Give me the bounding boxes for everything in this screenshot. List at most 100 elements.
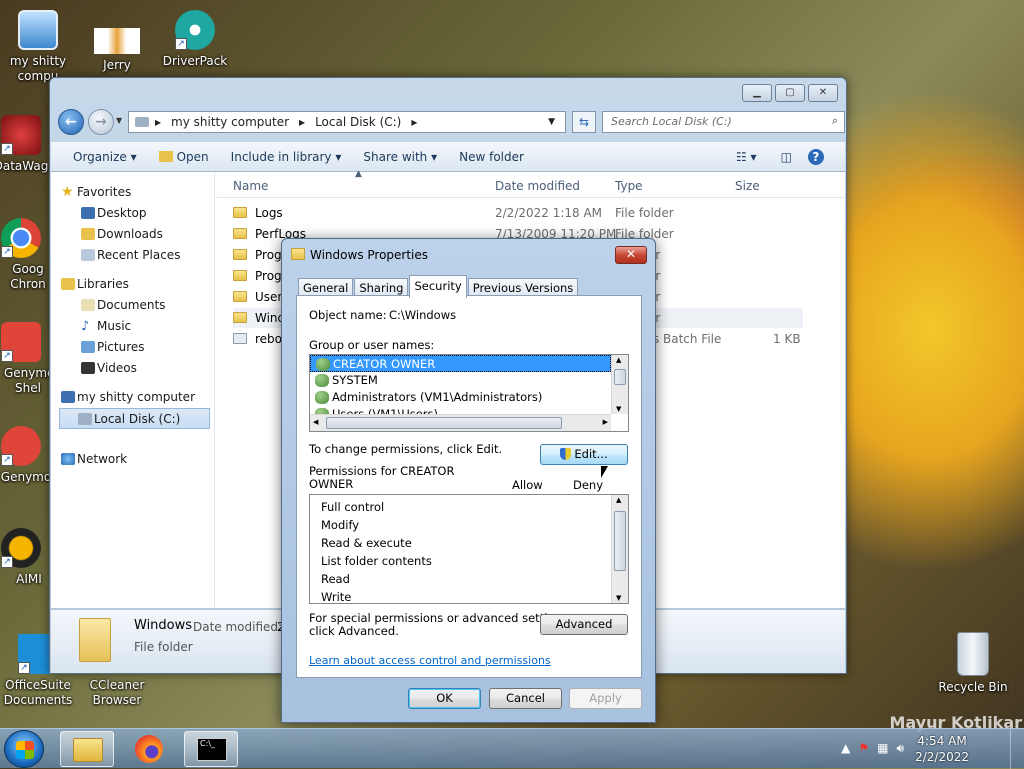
learn-more-link[interactable]: Learn about access control and permissio… (309, 654, 551, 667)
share-with-button[interactable]: Share with ▾ (363, 150, 437, 164)
include-in-library-button[interactable]: Include in library ▾ (231, 150, 342, 164)
nav-computer[interactable]: my shitty computer (51, 387, 214, 408)
nav-pictures[interactable]: Pictures (51, 337, 214, 358)
desktop-icon-genymotion[interactable]: ↗ Genymo (0, 426, 56, 485)
open-button[interactable]: Open (158, 150, 209, 164)
nav-desktop[interactable]: Desktop (51, 203, 214, 224)
network-status-icon[interactable]: ▦ (877, 741, 888, 756)
edit-button[interactable]: Edit... (540, 444, 628, 465)
start-button[interactable] (4, 730, 44, 768)
breadcrumb-separator: ▸ (155, 115, 162, 129)
nav-documents[interactable]: Documents (51, 295, 214, 316)
nav-label: Network (77, 452, 128, 466)
scroll-down-arrow[interactable]: ▼ (616, 405, 621, 413)
search-input[interactable]: Search Local Disk (C:) ⌕ (602, 111, 845, 133)
taskbar-firefox[interactable] (122, 731, 176, 767)
recycle-bin-icon (957, 632, 989, 676)
nav-recent-places[interactable]: Recent Places (51, 245, 214, 266)
desktop-icon-aimp[interactable]: ↗ AIMI (0, 528, 56, 587)
advanced-button[interactable]: Advanced (540, 614, 628, 635)
permissions-list[interactable]: Full control Modify Read & execute List … (309, 494, 629, 604)
horizontal-scrollbar[interactable]: ◀ ▶ (310, 414, 611, 431)
address-bar[interactable]: ▸ my shitty computer ▸ Local Disk (C:) ▸… (128, 111, 566, 133)
desktop-icon-chrome[interactable]: ↗ Goog Chron (0, 218, 56, 292)
scroll-thumb[interactable] (326, 417, 562, 429)
scroll-thumb[interactable] (614, 511, 626, 571)
nav-label: Music (97, 319, 132, 333)
nav-favorites[interactable]: ★ Favorites (51, 182, 214, 203)
search-placeholder: Search Local Disk (C:) (611, 115, 732, 128)
computer-icon (18, 10, 58, 50)
taskbar-explorer[interactable] (60, 731, 114, 767)
scroll-right-arrow[interactable]: ▶ (603, 418, 608, 426)
close-button[interactable]: ✕ (808, 84, 838, 102)
tab-security[interactable]: Security (409, 275, 467, 298)
forward-button[interactable]: → (88, 109, 114, 135)
taskbar-cmd[interactable]: C:\_ (184, 731, 238, 767)
view-options-icon[interactable]: ☷ ▾ (736, 150, 757, 164)
show-desktop-button[interactable] (1010, 729, 1024, 769)
nav-downloads[interactable]: Downloads (51, 224, 214, 245)
image-icon (94, 28, 140, 54)
scroll-down-arrow[interactable]: ▼ (616, 594, 621, 602)
change-permissions-text: To change permissions, click Edit. (309, 442, 503, 456)
organize-button[interactable]: Organize ▾ (73, 150, 137, 164)
apply-button[interactable]: Apply (569, 688, 642, 709)
breadcrumb-computer[interactable]: my shitty computer (171, 115, 289, 129)
list-item-user[interactable]: CREATOR OWNER (310, 355, 611, 372)
scroll-up-arrow[interactable]: ▲ (616, 496, 621, 504)
folder-icon (233, 207, 247, 218)
scroll-thumb[interactable] (614, 369, 626, 385)
column-name[interactable]: Name (233, 179, 268, 193)
desktop-icon-computer[interactable]: my shitty compu (3, 10, 73, 84)
minimize-button[interactable]: ▁ (742, 84, 772, 102)
desktop-icon-jerry[interactable]: Jerry (82, 28, 152, 73)
breadcrumb-local-disk[interactable]: Local Disk (C:) (315, 115, 401, 129)
new-folder-button[interactable]: New folder (459, 150, 524, 164)
desktop-icon-recycle-bin[interactable]: Recycle Bin (938, 632, 1008, 695)
scroll-up-arrow[interactable]: ▲ (616, 356, 621, 364)
clock[interactable]: 4:54 AM 2/2/2022 (915, 733, 969, 765)
shortcut-arrow-icon: ↗ (1, 350, 13, 362)
recent-pages-dropdown[interactable]: ▼ (116, 116, 122, 125)
permission-row: Full control (310, 499, 628, 517)
list-item-user[interactable]: SYSTEM (310, 372, 628, 389)
column-type[interactable]: Type (615, 179, 643, 193)
column-size[interactable]: Size (735, 179, 760, 193)
close-button[interactable]: ✕ (615, 246, 647, 264)
help-icon[interactable]: ? (807, 148, 824, 165)
desktop-icon-genymotion-shell[interactable]: ↗ Genymo Shel (0, 322, 56, 396)
address-dropdown-icon[interactable]: ▼ (548, 117, 555, 127)
maximize-button[interactable]: ▢ (775, 84, 805, 102)
back-button[interactable]: ← (58, 109, 84, 135)
nav-music[interactable]: ♪ Music (51, 316, 214, 337)
nav-network[interactable]: Network (51, 449, 214, 470)
vertical-scrollbar[interactable]: ▲ ▼ (611, 355, 628, 414)
list-item-user[interactable]: Administrators (VM1\Administrators) (310, 389, 628, 406)
downloads-icon (81, 228, 95, 240)
desktop-icon-datawag[interactable]: ↗ DataWag (0, 115, 56, 174)
command-bar: Organize ▾ Open Include in library ▾ Sha… (51, 142, 845, 172)
nav-label: Documents (97, 298, 166, 312)
scroll-left-arrow[interactable]: ◀ (313, 418, 318, 426)
desktop-icon-driverpack[interactable]: ↗ DriverPack (160, 10, 230, 69)
cancel-button[interactable]: Cancel (489, 688, 562, 709)
refresh-button[interactable]: ⇆ (572, 111, 596, 133)
show-hidden-icons-icon[interactable]: ▲ (841, 741, 850, 756)
permissions-for-line1: Permissions for CREATOR (309, 464, 455, 478)
shortcut-arrow-icon: ↗ (1, 556, 13, 568)
file-row[interactable]: Logs 2/2/2022 1:18 AM File folder (233, 203, 803, 223)
app-icon: ↗ (1, 115, 41, 155)
desktop-icon-label: DataWag (0, 159, 49, 173)
nav-local-disk[interactable]: Local Disk (C:) (59, 408, 210, 429)
nav-videos[interactable]: Videos (51, 358, 214, 379)
action-center-icon[interactable]: ⚑ (858, 741, 869, 756)
group-names-list[interactable]: CREATOR OWNER SYSTEM Administrators (VM1… (309, 354, 629, 432)
column-date[interactable]: Date modified (495, 179, 580, 193)
vertical-scrollbar[interactable]: ▲ ▼ (611, 495, 628, 603)
desktop-icon-label: CCleaner Browser (89, 678, 145, 707)
preview-pane-icon[interactable]: ◫ (781, 150, 792, 164)
volume-icon[interactable]: 🔊︎ (896, 741, 904, 756)
ok-button[interactable]: OK (408, 688, 481, 709)
nav-libraries[interactable]: Libraries (51, 274, 214, 295)
